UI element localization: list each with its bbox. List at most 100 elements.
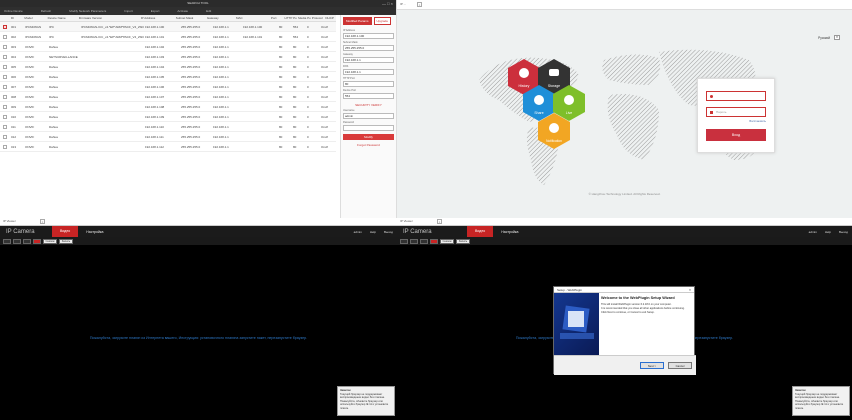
column-header[interactable]: Gateway xyxy=(206,16,235,20)
login-button[interactable]: Вход xyxy=(706,129,766,141)
table-row[interactable]: 011 ONVIF Dahua 192.168.1.110 255.255.255.0 1… xyxy=(0,122,336,132)
param-field[interactable]: 80 xyxy=(343,81,394,87)
record-button[interactable]: Запись xyxy=(456,238,470,244)
menu-online-device[interactable]: Online Device xyxy=(4,9,23,13)
chevron-down-icon[interactable]: ▾ xyxy=(834,35,840,40)
menu-import[interactable]: Import xyxy=(124,9,133,13)
column-header[interactable]: Protocol xyxy=(311,16,325,20)
table-row[interactable]: 013 ONVIF Dahua 192.168.1.112 255.255.255.0 1… xyxy=(0,142,336,152)
nav-settings[interactable]: Настройка xyxy=(78,230,111,234)
browser-tab[interactable]: IP Viewer xyxy=(400,219,413,223)
param-field[interactable]: 192.168.1.1 xyxy=(343,69,394,75)
param-field[interactable]: 192.168.1.1 xyxy=(343,57,394,63)
user-menu[interactable]: admin xyxy=(809,230,817,234)
table-row[interactable]: 009 ONVIF Dahua 192.168.1.108 255.255.255.0 1… xyxy=(0,102,336,112)
row-checkbox[interactable] xyxy=(3,74,7,79)
menu-modify-network[interactable]: Modify Network Parameters xyxy=(69,9,106,13)
column-header[interactable]: Device Name xyxy=(47,16,78,20)
username-field[interactable]: admin xyxy=(343,113,394,119)
language-select[interactable]: Русский ▾ xyxy=(818,35,840,40)
column-header[interactable]: DHCP xyxy=(324,16,336,20)
nav-video[interactable]: Видео xyxy=(467,226,494,237)
forgot-password-link[interactable]: Восстановить xyxy=(698,120,774,123)
logout-link[interactable]: Выход xyxy=(384,230,393,234)
tab-upgrade[interactable]: Upgrade xyxy=(373,17,392,25)
table-cell-model: IPC6406GN xyxy=(25,24,42,29)
row-checkbox[interactable] xyxy=(3,104,7,109)
table-row[interactable]: 010 ONVIF Dahua 192.168.1.109 255.255.255.0 1… xyxy=(0,112,336,122)
browser-tab[interactable]: IP ... xyxy=(400,2,406,6)
row-checkbox[interactable] xyxy=(3,24,7,29)
layout-4-button[interactable] xyxy=(13,238,21,244)
param-field[interactable]: 554 xyxy=(343,93,394,99)
row-checkbox[interactable] xyxy=(3,34,7,39)
close-tab-icon[interactable]: × xyxy=(40,219,45,224)
table-cell-model: ONVIF xyxy=(25,124,35,129)
table-row[interactable]: 007 ONVIF Dahua 192.168.1.106 255.255.255.0 1… xyxy=(0,82,336,92)
menu-refresh[interactable]: Refresh xyxy=(41,9,52,13)
column-header[interactable]: IP Address xyxy=(140,16,175,20)
table-cell-port: 80 xyxy=(279,144,283,149)
next-button[interactable]: Next > xyxy=(640,362,664,369)
tab-modified-params[interactable]: Modified Params xyxy=(343,17,372,25)
close-tab-icon[interactable]: × xyxy=(437,219,442,224)
close-icon[interactable]: × xyxy=(689,287,691,293)
table-row[interactable]: 003 ONVIF Dahua 192.168.1.102 255.255.255.0 1… xyxy=(0,42,336,52)
table-row[interactable]: 012 ONVIF Dahua 192.168.1.111 255.255.255.0 1… xyxy=(0,132,336,142)
row-checkbox[interactable] xyxy=(3,144,7,149)
menu-activate[interactable]: Activate xyxy=(177,9,188,13)
row-checkbox[interactable] xyxy=(3,94,7,99)
stop-button[interactable] xyxy=(33,238,41,244)
column-header[interactable]: Port xyxy=(270,16,284,20)
param-field[interactable]: 192.168.1.100 xyxy=(343,33,394,39)
column-header[interactable]: HTTP Port xyxy=(284,16,298,20)
help-link[interactable]: Help xyxy=(825,230,831,234)
param-field[interactable]: 255.255.255.0 xyxy=(343,45,394,51)
column-header[interactable]: Firmware Version xyxy=(78,16,140,20)
table-row[interactable]: 006 ONVIF Dahua 192.168.1.105 255.255.255.0 1… xyxy=(0,72,336,82)
column-header[interactable]: Media Port xyxy=(297,16,311,20)
window-controls[interactable]: — □ × xyxy=(382,0,393,7)
menu-edit[interactable]: Edit xyxy=(206,9,211,13)
modify-button[interactable]: Modify xyxy=(343,134,394,140)
table-row[interactable]: 002 IPC6406GN IPC IPC6406GN-ICC_v4.*EP*ARM*… xyxy=(0,32,336,42)
browser-tab[interactable]: IP Viewer xyxy=(3,219,16,223)
column-header[interactable]: Subnet Mask xyxy=(175,16,206,20)
row-checkbox[interactable] xyxy=(3,134,7,139)
row-checkbox[interactable] xyxy=(3,124,7,129)
table-cell-mask: 192.168.1.1 xyxy=(213,84,229,89)
nav-settings[interactable]: Настройка xyxy=(493,230,526,234)
table-row[interactable]: 001 IPC6406GN IPC IPC6406GN-ICC_v4.*EP*ARM*… xyxy=(0,22,336,32)
layout-9-button[interactable] xyxy=(420,238,428,244)
snapshot-button[interactable]: Снимок xyxy=(43,238,57,244)
cancel-button[interactable]: Cancel xyxy=(668,362,692,369)
table-row[interactable]: 005 ONVIF Dahua 192.168.1.104 255.255.255.0 1… xyxy=(0,62,336,72)
row-checkbox[interactable] xyxy=(3,114,7,119)
record-button[interactable]: Запись xyxy=(59,238,73,244)
layout-9-button[interactable] xyxy=(23,238,31,244)
stop-button[interactable] xyxy=(430,238,438,244)
nav-video[interactable]: Видео xyxy=(52,226,79,237)
row-checkbox[interactable] xyxy=(3,44,7,49)
row-checkbox[interactable] xyxy=(3,54,7,59)
close-tab-icon[interactable]: × xyxy=(417,2,422,7)
layout-1-button[interactable] xyxy=(3,238,11,244)
table-row[interactable]: 004 ONVIF NETSURVEILLANCE 192.168.1.103 255.… xyxy=(0,52,336,62)
menu-export[interactable]: Export xyxy=(151,9,160,13)
snapshot-button[interactable]: Снимок xyxy=(440,238,454,244)
column-header[interactable]: MAC xyxy=(235,16,270,20)
username-input[interactable] xyxy=(706,91,766,101)
password-input[interactable]: Пароль xyxy=(706,107,766,117)
layout-4-button[interactable] xyxy=(410,238,418,244)
layout-1-button[interactable] xyxy=(400,238,408,244)
help-link[interactable]: Help xyxy=(370,230,376,234)
logout-link[interactable]: Выход xyxy=(839,230,848,234)
user-menu[interactable]: admin xyxy=(354,230,362,234)
table-row[interactable]: 008 ONVIF Dahua 192.168.1.107 255.255.255.0 1… xyxy=(0,92,336,102)
column-header[interactable]: ID xyxy=(10,16,24,20)
column-header[interactable]: Model xyxy=(23,16,46,20)
row-checkbox[interactable] xyxy=(3,64,7,69)
password-field[interactable] xyxy=(343,125,394,131)
row-checkbox[interactable] xyxy=(3,84,7,89)
forgot-password-link[interactable]: Forgot Password xyxy=(341,143,396,147)
